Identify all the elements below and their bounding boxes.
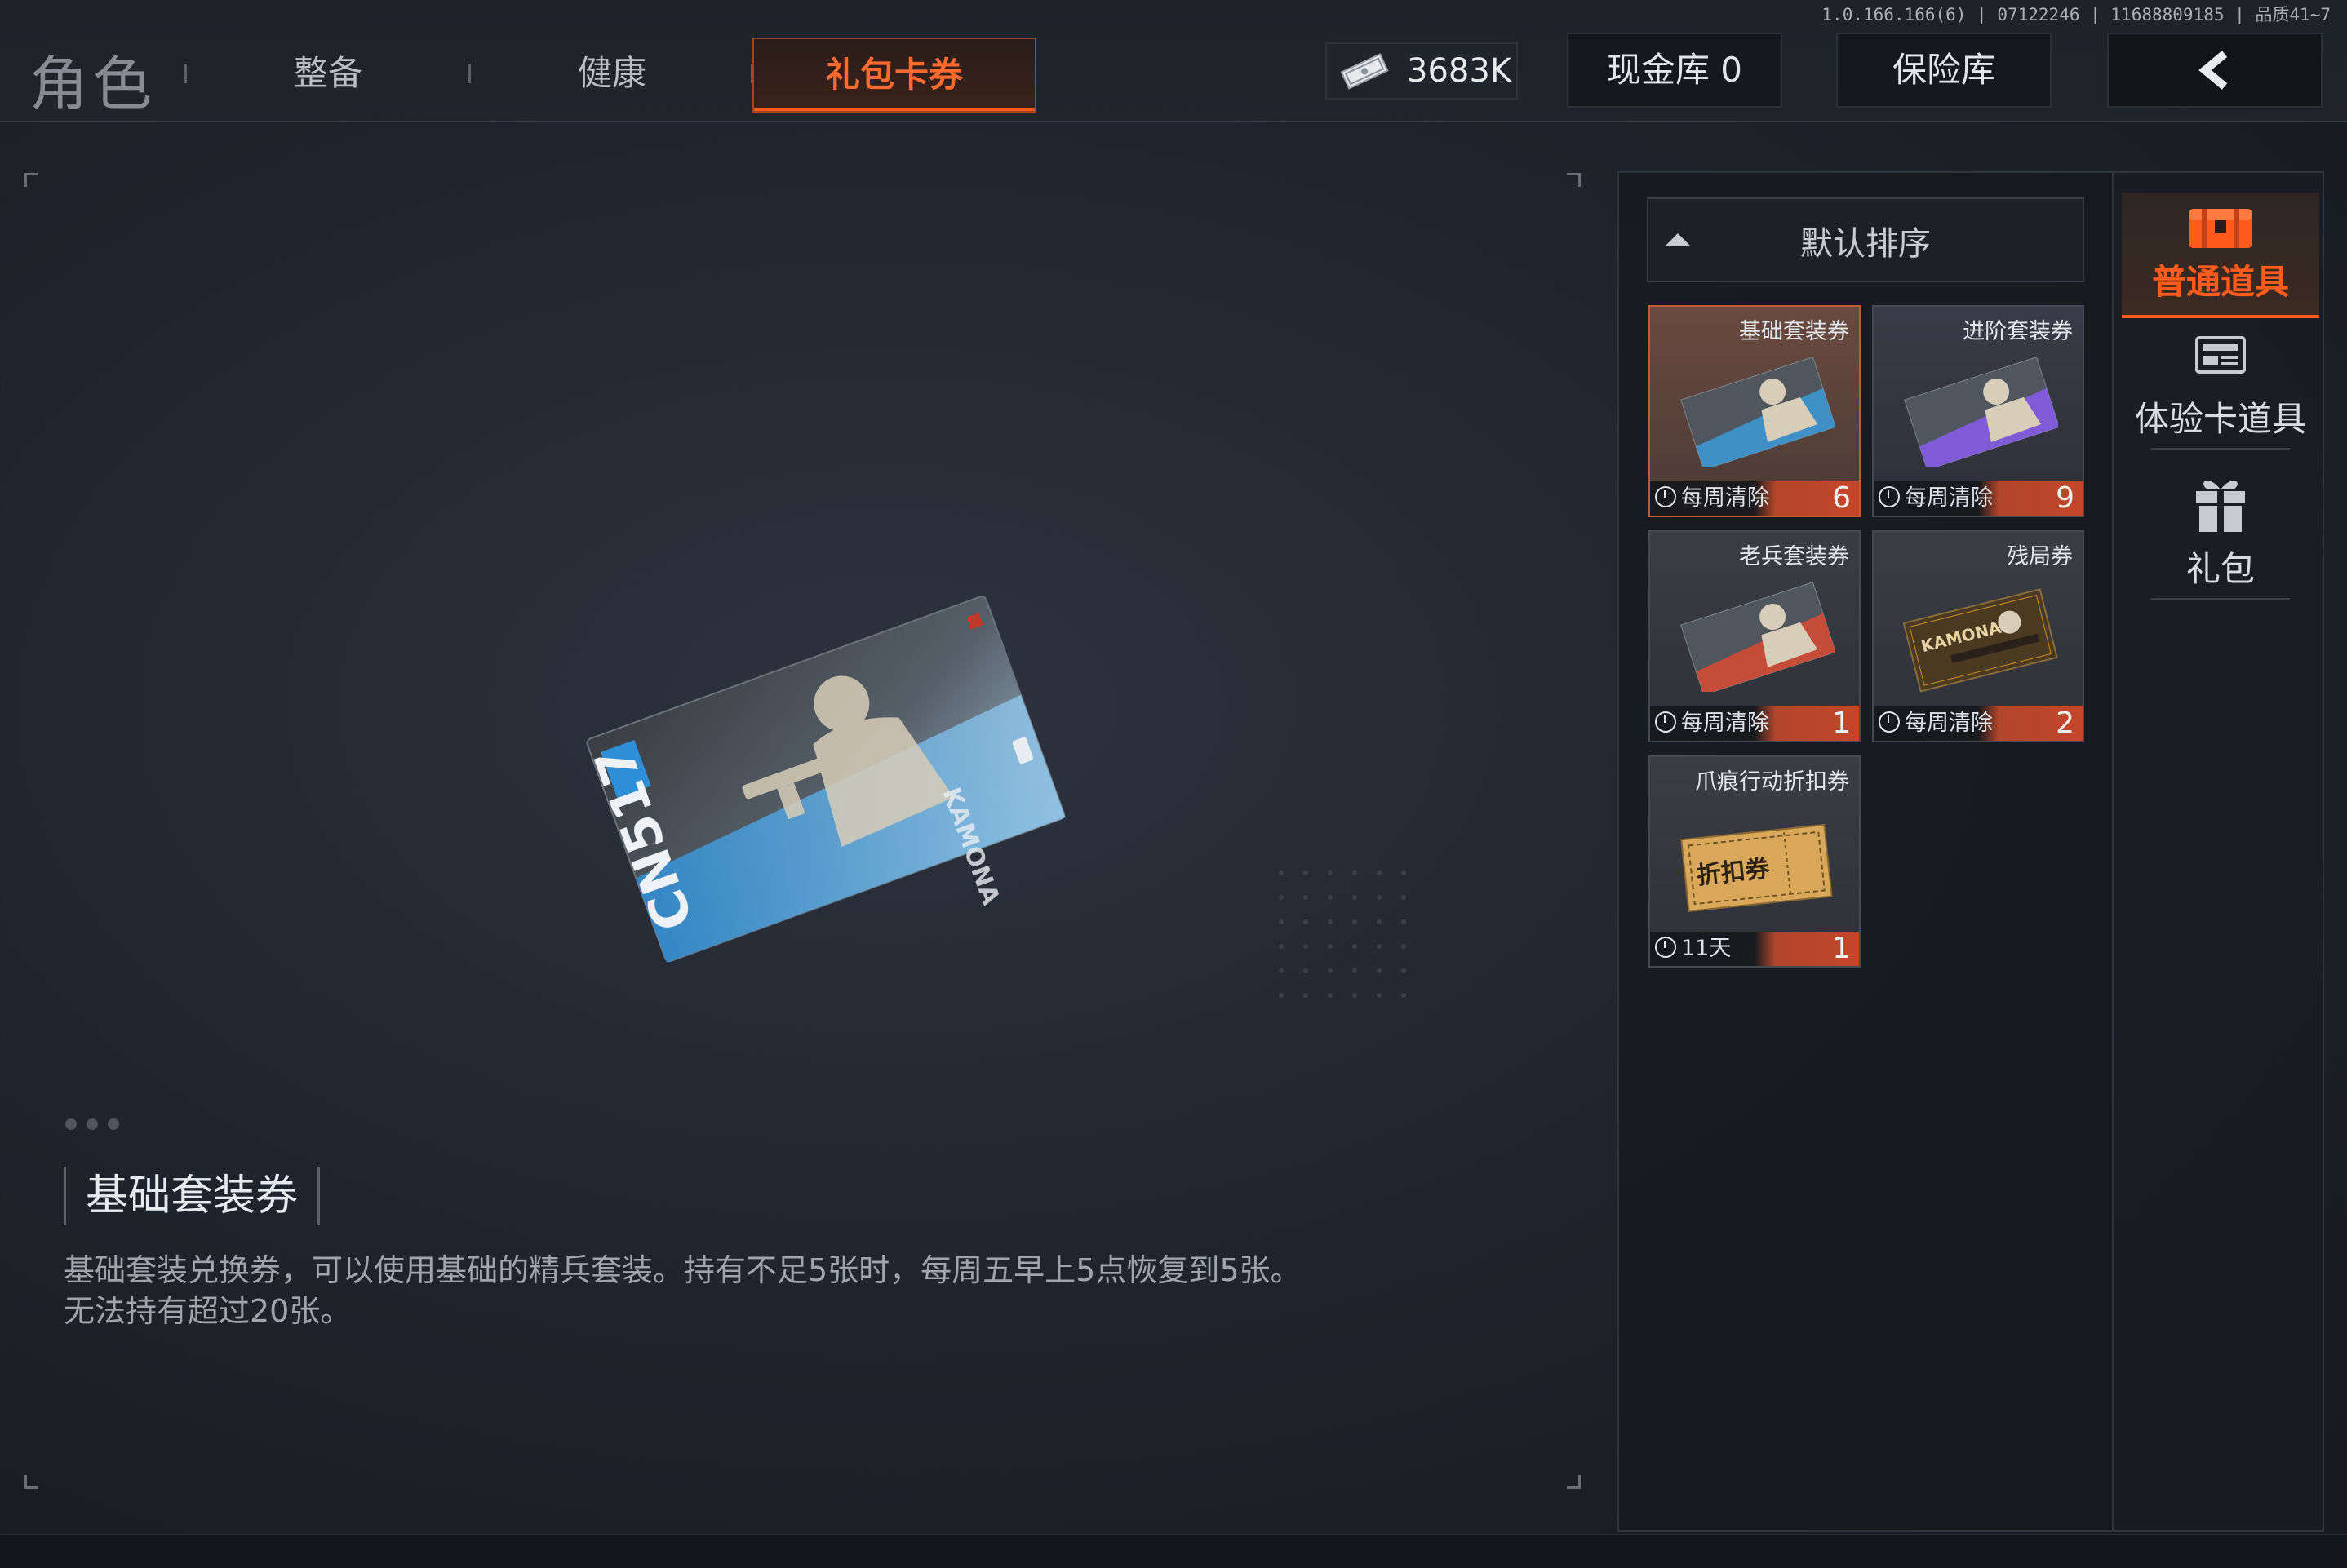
item-card-veteran-set[interactable]: 老兵套装券 每周清除 1 xyxy=(1648,530,1861,742)
item-card-timer: 每周清除 xyxy=(1655,483,1769,514)
tab-health[interactable]: 健康 xyxy=(530,39,694,111)
item-card-timer: 11天 xyxy=(1655,933,1731,964)
item-card-count: 1 xyxy=(1832,932,1851,965)
item-card-count: 9 xyxy=(2056,481,2074,515)
category-label: 礼包 xyxy=(2185,549,2255,589)
currency-display: 3683K xyxy=(1325,42,1518,100)
item-card-title: 残局券 xyxy=(2007,544,2073,569)
clock-icon xyxy=(1655,937,1676,958)
category-normal-items[interactable]: 普通道具 xyxy=(2122,193,2319,318)
voucher-thumbnail xyxy=(1904,357,2058,467)
gift-icon xyxy=(2196,481,2245,532)
sort-label: 默认排序 xyxy=(1800,225,1931,263)
card-icon xyxy=(2195,336,2246,374)
voucher-thumbnail xyxy=(1680,582,1835,692)
pagination-dots xyxy=(65,1118,129,1133)
version-info: 1.0.166.166(6) | 07122246 | 11688809185 … xyxy=(1821,5,2331,24)
tab-separator xyxy=(468,64,471,83)
category-divider xyxy=(2151,448,2290,450)
corner-bracket xyxy=(1567,173,1581,187)
item-card-discount[interactable]: 爪痕行动折扣券 折扣券 11天 1 xyxy=(1648,755,1861,968)
category-gift-packs[interactable]: 礼包 xyxy=(2122,472,2319,610)
currency-value: 3683K xyxy=(1407,52,1512,90)
item-card-title: 老兵套装券 xyxy=(1739,544,1849,569)
category-label: 体验卡道具 xyxy=(2134,399,2306,439)
item-card-title: 爪痕行动折扣券 xyxy=(1695,769,1849,795)
item-card-basic-set[interactable]: 基础套装券 每周清除 6 xyxy=(1648,305,1861,517)
dot-grid-decoration xyxy=(1279,870,1406,998)
category-label: 普通道具 xyxy=(2151,262,2289,302)
clock-icon xyxy=(1655,711,1676,733)
voucher-thumbnail xyxy=(1680,357,1835,467)
corner-bracket xyxy=(24,173,38,187)
chevron-left-icon xyxy=(2198,51,2228,90)
clock-icon xyxy=(1879,486,1900,507)
cash-icon xyxy=(1340,53,1389,90)
item-card-timer: 每周清除 xyxy=(1879,483,1993,514)
item-card-timer: 每周清除 xyxy=(1879,708,1993,739)
item-card-title: 进阶套装券 xyxy=(1963,319,2073,344)
clock-icon xyxy=(1879,711,1900,733)
voucher-card-image: CN517 KAMONA xyxy=(583,596,1066,963)
corner-bracket xyxy=(1567,1475,1581,1489)
item-name-frame: 基础套装券 xyxy=(64,1167,321,1225)
category-divider xyxy=(2151,598,2290,600)
sort-dropdown[interactable]: 默认排序 xyxy=(1647,197,2084,282)
category-trial-cards[interactable]: 体验卡道具 xyxy=(2122,333,2319,463)
voucher-thumbnail: KAMONA xyxy=(1902,588,2058,693)
tab-equip[interactable]: 整备 xyxy=(246,39,410,111)
item-card-count: 6 xyxy=(1832,481,1851,515)
tab-separator xyxy=(184,64,187,83)
item-card-count: 1 xyxy=(1832,706,1851,740)
item-card-timer: 每周清除 xyxy=(1655,708,1769,739)
item-preview: CN517 KAMONA xyxy=(571,571,1077,979)
item-description: 基础套装兑换券，可以使用基础的精兵套装。持有不足5张时，每周五早上5点恢复到5张… xyxy=(64,1252,1302,1329)
item-card-count: 2 xyxy=(2056,706,2074,740)
bottom-bar xyxy=(0,1534,2347,1568)
item-card-title: 基础套装券 xyxy=(1739,319,1849,344)
cash-vault-button[interactable]: 现金库 0 xyxy=(1567,33,1782,108)
item-card-endgame[interactable]: 残局券 KAMONA 每周清除 2 xyxy=(1872,530,2084,742)
clock-icon xyxy=(1655,486,1676,507)
item-name: 基础套装券 xyxy=(86,1172,299,1220)
corner-bracket xyxy=(24,1475,38,1489)
item-card-advanced-set[interactable]: 进阶套装券 每周清除 9 xyxy=(1872,305,2084,517)
back-button[interactable] xyxy=(2107,33,2323,108)
tab-gift-vouchers[interactable]: 礼包卡券 xyxy=(752,38,1036,113)
voucher-thumbnail: 折扣券 xyxy=(1680,823,1833,913)
chest-icon xyxy=(2189,209,2252,248)
page-title: 角色 xyxy=(29,50,158,118)
safe-box-button[interactable]: 保险库 xyxy=(1836,33,2052,108)
